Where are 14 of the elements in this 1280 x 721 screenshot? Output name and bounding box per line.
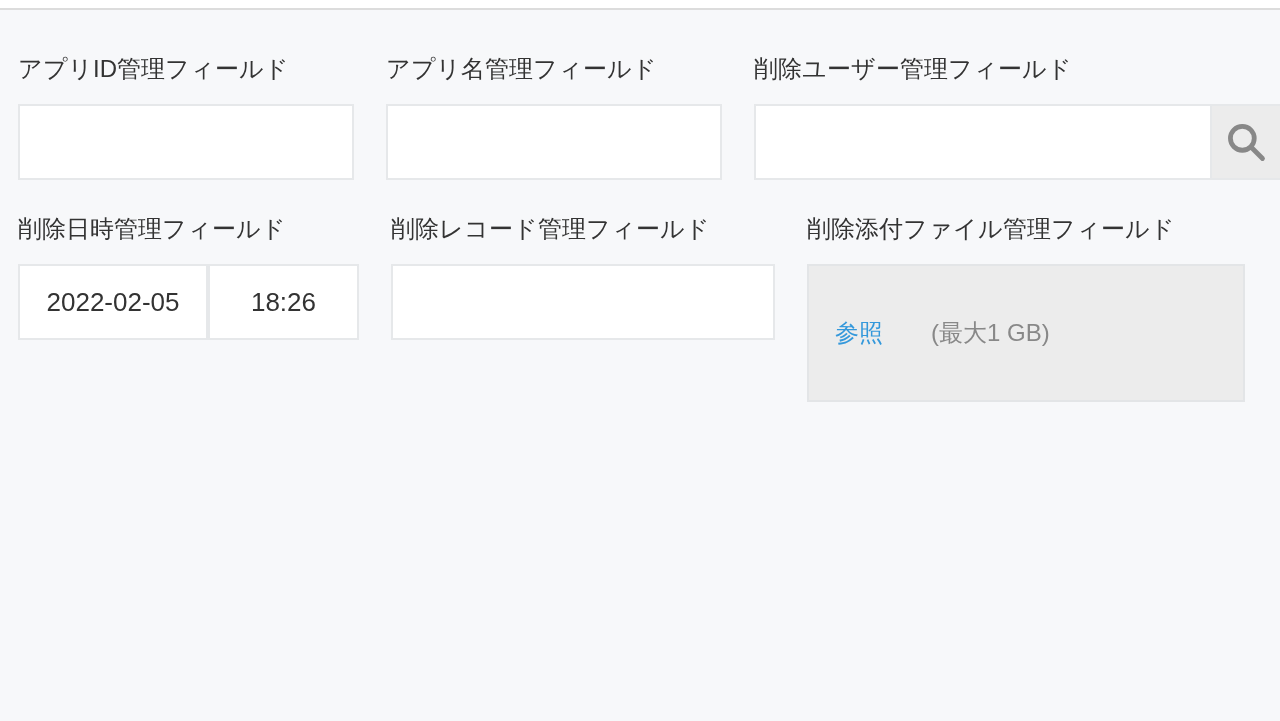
field-label: 削除日時管理フィールド	[18, 214, 287, 244]
date-field[interactable]: 2022-02-05	[18, 264, 208, 340]
field-label: 削除ユーザー管理フィールド	[754, 54, 1073, 84]
field-label: 削除添付ファイル管理フィールド	[807, 214, 1176, 244]
field-label: アプリ名管理フィールド	[386, 54, 658, 84]
field-label: アプリID管理フィールド	[18, 54, 290, 84]
field-label: 削除レコード管理フィールド	[391, 214, 711, 244]
text-field[interactable]	[386, 104, 722, 180]
user-field[interactable]	[754, 104, 1212, 180]
search-button[interactable]	[1212, 104, 1280, 180]
text-field[interactable]	[391, 264, 775, 340]
size-limit-note: (最大1 GB)	[931, 318, 1050, 348]
text-field[interactable]	[18, 104, 354, 180]
time-field[interactable]: 18:26	[208, 264, 359, 340]
